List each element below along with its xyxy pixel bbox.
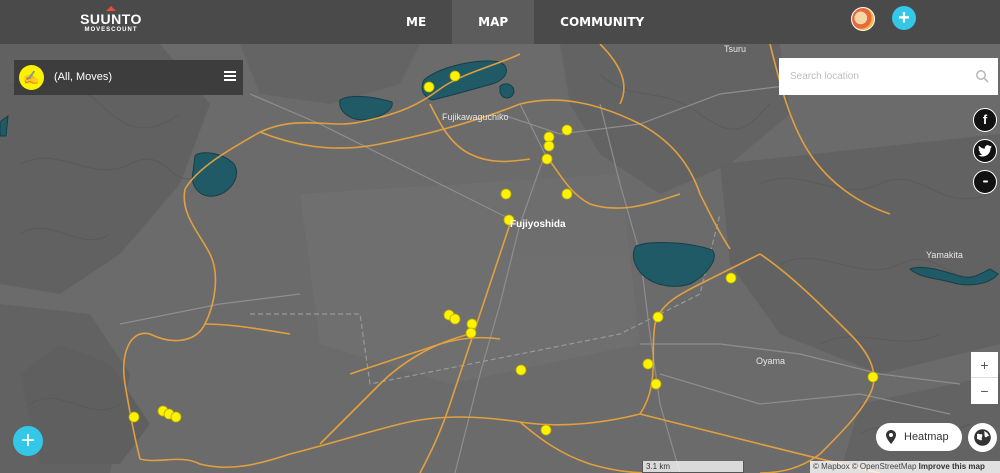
twitter-share-button[interactable] [973,139,997,163]
move-marker[interactable] [543,140,555,152]
plus-icon: + [898,7,910,29]
main-nav: ME MAP COMMUNITY [380,0,670,44]
move-marker[interactable] [466,318,478,330]
zoom-in-button[interactable]: + [971,352,998,378]
move-marker[interactable] [449,70,461,82]
zoom-out-button[interactable]: − [971,378,998,404]
map-pin-icon [886,430,896,444]
hamburger-icon[interactable] [224,71,236,81]
add-route-button[interactable]: + [13,426,43,456]
map-label-tsuru: Tsuru [724,44,747,54]
twitter-icon [978,145,992,157]
nav-item-map[interactable]: MAP [452,0,535,44]
move-marker[interactable] [725,272,737,284]
move-markers [128,70,879,436]
heatmap-label: Heatmap [904,431,949,443]
mapbox-attribution-link[interactable]: © Mapbox [813,462,850,471]
globe-icon [974,429,991,446]
move-marker[interactable] [867,371,879,383]
improve-map-link[interactable]: Improve this map [919,462,985,471]
move-marker[interactable] [642,358,654,370]
activity-filter[interactable]: ✍ (All, Moves) [14,60,243,95]
activity-icon: ✍ [19,65,44,90]
more-share-button[interactable]: ••• [973,170,997,194]
zoom-control: + − [971,352,998,404]
suunto-logo[interactable]: SUUNTO MOVESCOUNT [76,6,146,34]
move-marker[interactable] [561,188,573,200]
map-label-oyama: Oyama [756,356,786,366]
map-label-fujikawaguchiko: Fujikawaguchiko [442,112,509,122]
add-move-button[interactable]: + [892,6,916,30]
move-marker[interactable] [170,411,182,423]
nav-item-me[interactable]: ME [380,0,452,44]
search-icon[interactable] [975,69,989,83]
map-style-button[interactable] [968,423,997,452]
move-marker[interactable] [541,153,553,165]
facebook-icon: f [982,112,988,127]
map-scale: 3.1 km [642,461,744,473]
map-attribution: © Mapbox © OpenStreetMap Improve this ma… [810,461,1000,473]
move-marker[interactable] [650,378,662,390]
facebook-share-button[interactable]: f [973,108,997,132]
heatmap-toggle[interactable]: Heatmap [876,423,962,451]
nav-item-community[interactable]: COMMUNITY [534,0,670,44]
search-location [779,58,998,95]
user-avatar[interactable] [851,7,875,31]
move-marker[interactable] [500,188,512,200]
top-navigation-bar: SUUNTO MOVESCOUNT ME MAP COMMUNITY + [0,0,1000,44]
search-input[interactable] [779,58,998,95]
map-label-fujiyoshida: Fujiyoshida [510,219,566,230]
map-label-yamakita: Yamakita [926,250,963,260]
osm-attribution-link[interactable]: © OpenStreetMap [852,462,917,471]
move-marker[interactable] [465,327,477,339]
map-canvas[interactable]: Tsuru Fujikawaguchiko Fujiyoshida Yamaki… [0,44,1000,473]
move-marker[interactable] [423,81,435,93]
move-marker[interactable] [515,364,527,376]
move-marker[interactable] [561,124,573,136]
move-marker[interactable] [128,411,140,423]
more-icon: ••• [982,179,988,186]
plus-icon: + [20,427,35,454]
move-marker[interactable] [543,131,555,143]
filter-label: (All, Moves) [54,71,113,83]
brand-subtitle: MOVESCOUNT [84,27,138,33]
move-marker[interactable] [652,311,664,323]
move-marker[interactable] [540,424,552,436]
move-marker[interactable] [449,313,461,325]
brand-name: SUUNTO [80,11,142,27]
